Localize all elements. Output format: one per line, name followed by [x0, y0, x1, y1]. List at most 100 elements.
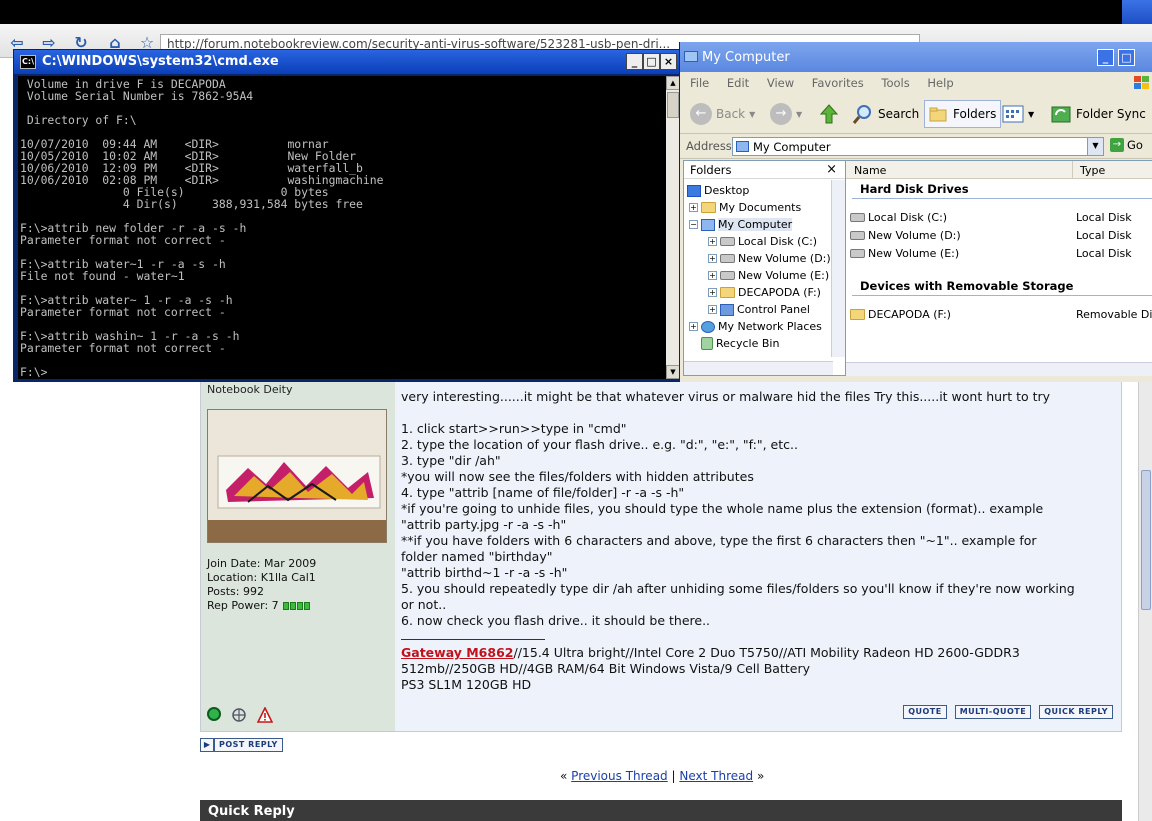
- folders-vertical-scrollbar[interactable]: [831, 180, 845, 357]
- chevron-down-icon[interactable]: ▼: [1087, 138, 1103, 155]
- close-icon[interactable]: ×: [660, 53, 677, 70]
- tree-my-computer[interactable]: − My Computer: [689, 218, 793, 231]
- tree-desktop[interactable]: Desktop: [687, 184, 749, 197]
- post-line: 5. you should repeatedly type dir /ah af…: [401, 581, 1075, 596]
- console-scrollbar[interactable]: ▲ ▼: [666, 76, 680, 379]
- page-scrollbar[interactable]: [1138, 380, 1152, 821]
- menu-file[interactable]: File: [690, 76, 709, 90]
- folders-button[interactable]: Folders: [924, 100, 1002, 128]
- signature: Gateway M6862//15.4 Ultra bright//Intel …: [401, 645, 1020, 693]
- tree-control-panel[interactable]: + Control Panel: [708, 303, 810, 316]
- folder-sync-label: Folder Sync: [1076, 107, 1146, 121]
- post-user-sidebar: Notebook Deity Join Date: Mar 2009 Locat…: [201, 381, 395, 731]
- computer-icon: [701, 218, 715, 231]
- quick-reply-header[interactable]: Quick Reply: [200, 800, 1122, 821]
- file-name: New Volume (E:): [868, 247, 960, 260]
- avatar[interactable]: [207, 409, 387, 543]
- collapse-minus-icon[interactable]: −: [689, 220, 698, 229]
- scroll-up-icon[interactable]: ▲: [666, 76, 680, 90]
- signature-brand-link[interactable]: Gateway M6862: [401, 645, 513, 660]
- maximize-icon[interactable]: □: [1118, 49, 1135, 66]
- explorer-title-bar[interactable]: My Computer _ □: [680, 42, 1152, 72]
- close-icon[interactable]: ×: [826, 162, 837, 177]
- tree-label: DECAPODA (F:): [738, 286, 821, 299]
- previous-thread-link[interactable]: Previous Thread: [571, 769, 668, 783]
- minimize-icon[interactable]: _: [626, 53, 643, 70]
- next-arrows: »: [756, 769, 765, 783]
- go-button[interactable]: → Go: [1110, 138, 1143, 152]
- expand-plus-icon[interactable]: +: [708, 271, 717, 280]
- tree-decapoda-f[interactable]: + DECAPODA (F:): [708, 286, 821, 299]
- file-row-f[interactable]: DECAPODA (F:) Removable Disk: [850, 308, 1152, 321]
- expand-plus-icon[interactable]: +: [708, 305, 717, 314]
- quote-button[interactable]: QUOTE: [903, 705, 947, 719]
- tree-my-documents[interactable]: + My Documents: [689, 201, 801, 214]
- multi-quote-button[interactable]: MULTI-QUOTE: [954, 705, 1032, 719]
- report-warning-icon[interactable]: [257, 707, 273, 723]
- folders-header-label: Folders: [690, 163, 732, 177]
- file-row-d[interactable]: New Volume (D:) Local Disk: [850, 229, 1152, 242]
- tree-new-volume-e[interactable]: + New Volume (E:): [708, 269, 829, 282]
- go-arrow-icon: →: [1110, 138, 1124, 152]
- post-reply-button[interactable]: POST REPLY: [214, 738, 283, 752]
- next-thread-link[interactable]: Next Thread: [679, 769, 753, 783]
- maximize-icon[interactable]: □: [643, 53, 660, 70]
- menu-view[interactable]: View: [767, 76, 794, 90]
- post-status-icons: [207, 707, 273, 723]
- post-line: *if you're going to unhide files, you sh…: [401, 501, 1044, 516]
- files-horizontal-scrollbar[interactable]: [846, 362, 1152, 376]
- console-scroll-thumb[interactable]: [667, 92, 679, 118]
- file-row-e[interactable]: New Volume (E:) Local Disk: [850, 247, 1152, 260]
- console-output[interactable]: Volume in drive F is DECAPODA Volume Ser…: [18, 76, 666, 379]
- menu-favorites[interactable]: Favorites: [812, 76, 864, 90]
- column-type[interactable]: Type: [1080, 164, 1105, 177]
- expand-plus-icon[interactable]: +: [708, 237, 717, 246]
- tree-local-disk-c[interactable]: + Local Disk (C:): [708, 235, 817, 248]
- expand-plus-icon[interactable]: +: [689, 203, 698, 212]
- column-name[interactable]: Name: [854, 164, 886, 177]
- reputation-scales-icon[interactable]: [229, 707, 249, 723]
- file-type: Local Disk: [1076, 247, 1132, 260]
- post-reply-control[interactable]: ▶ POST REPLY: [200, 738, 283, 752]
- quick-reply-button[interactable]: QUICK REPLY: [1039, 705, 1113, 719]
- folder-sync-button[interactable]: Folder Sync: [1050, 100, 1146, 128]
- views-button[interactable]: ▼: [1002, 100, 1034, 128]
- minimize-icon[interactable]: _: [1097, 49, 1114, 66]
- console-line: Directory of F:\: [20, 113, 137, 127]
- menu-help[interactable]: Help: [927, 76, 953, 90]
- scrollbar-thumb[interactable]: [1141, 470, 1151, 610]
- forward-button[interactable]: → ▼: [770, 100, 802, 128]
- control-panel-icon: [720, 303, 734, 316]
- signature-specs-1: //15.4 Ultra bright//Intel Core 2 Duo T5…: [513, 645, 1020, 660]
- post-line: folder named "birthday": [401, 549, 553, 564]
- menu-tools[interactable]: Tools: [881, 76, 909, 90]
- post-line: **if you have folders with 6 characters …: [401, 533, 1037, 548]
- network-icon: [701, 320, 715, 333]
- cmd-title-bar[interactable]: C:\ C:\WINDOWS\system32\cmd.exe _ □ ×: [14, 50, 680, 74]
- post-message: very interesting......it might be that w…: [401, 389, 1115, 629]
- rep-pips: [282, 599, 311, 612]
- tree-new-volume-d[interactable]: + New Volume (D:): [708, 252, 831, 265]
- back-button[interactable]: ← Back ▼: [690, 100, 755, 128]
- address-input[interactable]: My Computer ▼: [732, 137, 1104, 156]
- menu-edit[interactable]: Edit: [727, 76, 749, 90]
- address-label: Address: [686, 139, 732, 153]
- tree-my-network-places[interactable]: + My Network Places: [689, 320, 822, 333]
- expand-plus-icon[interactable]: +: [708, 254, 717, 263]
- expand-plus-icon[interactable]: +: [689, 322, 698, 331]
- file-row-c[interactable]: Local Disk (C:) Local Disk: [850, 211, 1152, 224]
- expand-plus-icon[interactable]: +: [708, 288, 717, 297]
- window-close-area[interactable]: [1122, 0, 1152, 24]
- file-type: Local Disk: [1076, 229, 1132, 242]
- group-divider: [852, 198, 1152, 199]
- tree-label: New Volume (E:): [738, 269, 830, 282]
- my-computer-window[interactable]: My Computer _ □ File Edit View Favorites…: [679, 42, 1152, 382]
- up-button[interactable]: [818, 100, 840, 128]
- back-arrow-icon: ←: [690, 103, 712, 125]
- folders-horizontal-scrollbar[interactable]: [684, 361, 833, 375]
- scroll-down-icon[interactable]: ▼: [666, 365, 680, 379]
- tree-recycle-bin[interactable]: Recycle Bin: [701, 337, 779, 350]
- cmd-window[interactable]: C:\ C:\WINDOWS\system32\cmd.exe _ □ × Vo…: [13, 49, 681, 382]
- rep-power-label: Rep Power: 7: [207, 599, 279, 612]
- search-button[interactable]: Search: [852, 100, 919, 128]
